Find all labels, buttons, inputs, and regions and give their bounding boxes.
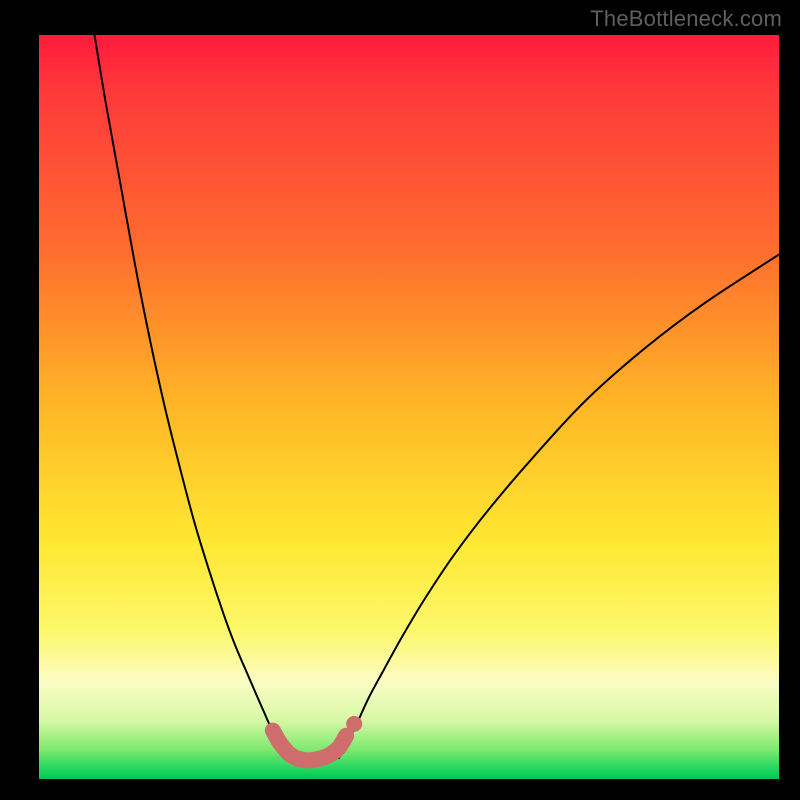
curve-layer <box>39 35 779 779</box>
watermark-text: TheBottleneck.com <box>590 6 782 32</box>
left-branch-curve <box>95 35 299 758</box>
right-branch-curve <box>339 255 779 759</box>
valley-marker-dot <box>346 716 362 732</box>
valley-highlight <box>273 731 346 761</box>
chart-frame: TheBottleneck.com <box>0 0 800 800</box>
plot-area <box>39 35 779 779</box>
